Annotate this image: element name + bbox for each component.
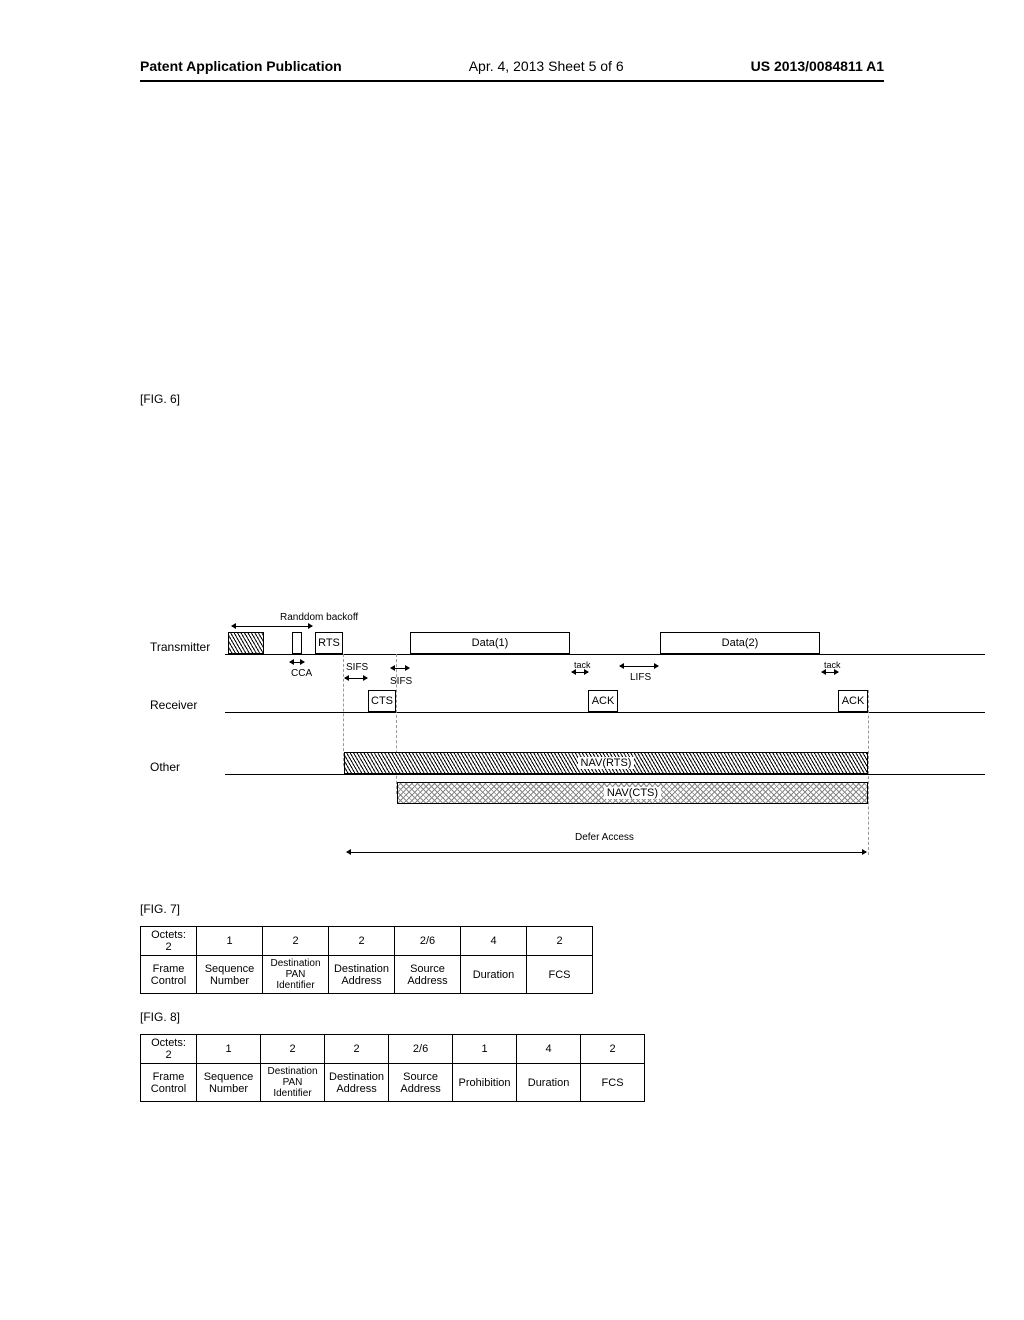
fig8-f3: Destination Address [325, 1064, 389, 1102]
header-center: Apr. 4, 2013 Sheet 5 of 6 [469, 58, 624, 74]
fig7-f6: FCS [527, 956, 593, 994]
sifs2-label: SIFS [390, 676, 412, 687]
fig8-oct3: 2 [325, 1035, 389, 1064]
backoff-block [228, 632, 264, 654]
sifs1-label: SIFS [346, 662, 368, 673]
receiver-line [225, 712, 985, 713]
guide-end [868, 690, 869, 855]
navrts-text: NAV(RTS) [578, 757, 635, 769]
other-line [225, 774, 985, 775]
fig8-oct5: 1 [453, 1035, 517, 1064]
receiver-label: Receiver [150, 698, 197, 712]
fig8-oct1: 1 [197, 1035, 261, 1064]
defer-label: Defer Access [575, 832, 634, 843]
page-header: Patent Application Publication Apr. 4, 2… [0, 0, 1024, 74]
fig8-oct4: 2/6 [389, 1035, 453, 1064]
navcts-text: NAV(CTS) [604, 787, 661, 799]
backoff-arrow [232, 626, 312, 627]
fig7-table: Octets:2 1 2 2 2/6 4 2 Frame Control Seq… [140, 926, 593, 994]
data1-block: Data(1) [410, 632, 570, 654]
navrts-block: NAV(RTS) [344, 752, 868, 774]
fig8-f6: Duration [517, 1064, 581, 1102]
fig6-label: [FIG. 6] [140, 392, 884, 406]
lifs-arrow [620, 666, 658, 667]
fig7-octets-label: Octets: [151, 929, 186, 941]
fig8-f1: Sequence Number [197, 1064, 261, 1102]
fig8-table: Octets:2 1 2 2 2/6 1 4 2 Frame Control S… [140, 1034, 645, 1102]
fig7-oct1: 1 [197, 927, 263, 956]
fig7-f1: Sequence Number [197, 956, 263, 994]
fig7-oct6: 2 [527, 927, 593, 956]
fig8-f0: Frame Control [141, 1064, 197, 1102]
ack1-block: ACK [588, 690, 618, 712]
fig6-diagram: Randdom backoff Transmitter RTS Data(1) … [150, 626, 970, 886]
header-right: US 2013/0084811 A1 [751, 58, 884, 74]
fig7-f3: Destination Address [329, 956, 395, 994]
tack2-arrow [822, 672, 838, 673]
fig7-oct4: 2/6 [395, 927, 461, 956]
other-label: Other [150, 760, 180, 774]
cca-arrow [290, 662, 304, 663]
tack1-arrow [572, 672, 588, 673]
fig8-label: [FIG. 8] [140, 1010, 884, 1024]
cts-block: CTS [368, 690, 396, 712]
fig8-f5: Prohibition [453, 1064, 517, 1102]
fig7-f4: Source Address [395, 956, 461, 994]
header-divider [140, 80, 884, 82]
fig8-octets-label: Octets: [151, 1037, 186, 1049]
fig8-oct0: 2 [165, 1049, 171, 1061]
fig7-label: [FIG. 7] [140, 902, 884, 916]
data2-block: Data(2) [660, 632, 820, 654]
fig8-oct2: 2 [261, 1035, 325, 1064]
fig7-f2: Destination PAN Identifier [263, 956, 329, 994]
header-left: Patent Application Publication [140, 58, 342, 74]
transmitter-line [225, 654, 985, 655]
cca-label: CCA [291, 668, 312, 679]
ack2-block: ACK [838, 690, 868, 712]
defer-arrow [347, 852, 866, 853]
fig7-oct2: 2 [263, 927, 329, 956]
fig7-oct3: 2 [329, 927, 395, 956]
transmitter-label: Transmitter [150, 640, 210, 654]
fig8-f2: Destination PAN Identifier [261, 1064, 325, 1102]
navcts-block: NAV(CTS) [397, 782, 868, 804]
backoff-label: Randdom backoff [280, 612, 358, 623]
cca-block [292, 632, 302, 654]
sifs2-arrow [391, 668, 409, 669]
fig7-oct0: 2 [165, 941, 171, 953]
guide-rts [343, 654, 344, 766]
fig7-oct5: 4 [461, 927, 527, 956]
fig8-oct7: 2 [581, 1035, 645, 1064]
fig7-f5: Duration [461, 956, 527, 994]
fig7-f0: Frame Control [141, 956, 197, 994]
lifs-label: LIFS [630, 672, 651, 683]
fig8-oct6: 4 [517, 1035, 581, 1064]
fig8-f4: Source Address [389, 1064, 453, 1102]
fig8-f7: FCS [581, 1064, 645, 1102]
sifs1-arrow [345, 678, 367, 679]
rts-block: RTS [315, 632, 343, 654]
